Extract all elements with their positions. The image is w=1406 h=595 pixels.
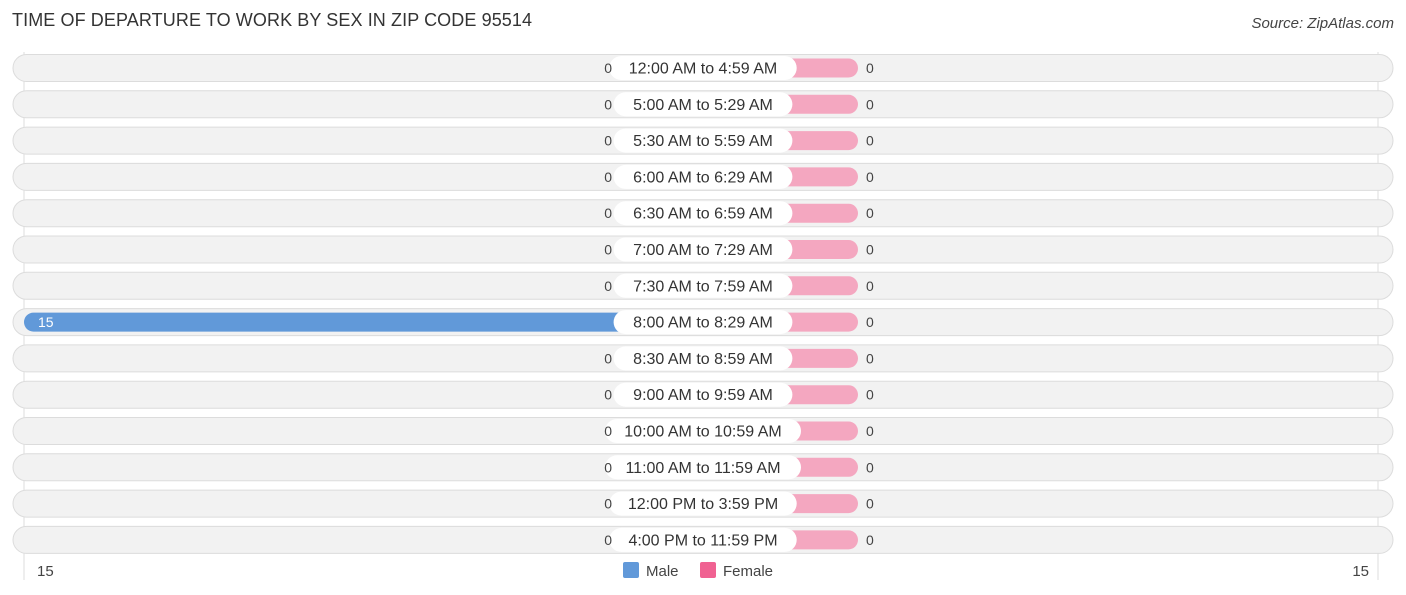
female-value-label: 0 <box>866 459 874 475</box>
male-value-label: 0 <box>604 459 612 475</box>
female-value-label: 0 <box>866 387 874 403</box>
male-value-label: 15 <box>38 314 54 330</box>
category-label: 9:00 AM to 9:59 AM <box>633 387 773 404</box>
male-value-label: 0 <box>604 242 612 258</box>
female-value-label: 0 <box>866 169 874 185</box>
axis-label-right: 15 <box>1352 563 1369 580</box>
female-value-label: 0 <box>866 242 874 258</box>
male-value-label: 0 <box>604 133 612 149</box>
axis-label-left: 15 <box>37 563 54 580</box>
male-value-label: 0 <box>604 350 612 366</box>
category-label: 6:30 AM to 6:59 AM <box>633 206 773 223</box>
category-label: 7:00 AM to 7:29 AM <box>633 242 773 259</box>
male-value-label: 0 <box>604 532 612 548</box>
chart-area: 12:00 AM to 4:59 AM 0 0 5:00 AM to 5:29 AM 0… <box>12 52 1394 580</box>
category-label: 12:00 AM to 4:59 AM <box>629 61 778 78</box>
category-label: 10:00 AM to 10:59 AM <box>624 424 781 441</box>
female-value-label: 0 <box>866 532 874 548</box>
male-value-label: 0 <box>604 496 612 512</box>
legend-female-swatch <box>700 562 716 578</box>
male-value-label: 0 <box>604 205 612 221</box>
female-value-label: 0 <box>866 133 874 149</box>
category-label: 5:00 AM to 5:29 AM <box>633 97 773 114</box>
category-label: 11:00 AM to 11:59 AM <box>625 460 780 477</box>
female-value-label: 0 <box>866 423 874 439</box>
category-label: 8:30 AM to 8:59 AM <box>633 351 773 368</box>
category-label: 7:30 AM to 7:59 AM <box>633 278 773 295</box>
female-value-label: 0 <box>866 205 874 221</box>
male-value-label: 0 <box>604 387 612 403</box>
category-label: 8:00 AM to 8:29 AM <box>633 315 773 332</box>
female-value-label: 0 <box>866 496 874 512</box>
male-value-label: 0 <box>604 278 612 294</box>
category-label: 5:30 AM to 5:59 AM <box>633 133 773 150</box>
category-label: 12:00 PM to 3:59 PM <box>628 496 778 513</box>
male-value-label: 0 <box>604 60 612 76</box>
male-value-label: 0 <box>604 96 612 112</box>
female-value-label: 0 <box>866 314 874 330</box>
female-value-label: 0 <box>866 278 874 294</box>
category-label: 4:00 PM to 11:59 PM <box>628 532 777 549</box>
legend-male-swatch <box>623 562 639 578</box>
category-label: 6:00 AM to 6:29 AM <box>633 169 773 186</box>
male-value-label: 0 <box>604 423 612 439</box>
legend-female-label: Female <box>723 563 773 580</box>
male-value-label: 0 <box>604 169 612 185</box>
female-value-label: 0 <box>866 350 874 366</box>
female-value-label: 0 <box>866 60 874 76</box>
female-value-label: 0 <box>866 96 874 112</box>
male-bar <box>24 312 703 332</box>
legend-male-label: Male <box>646 563 679 580</box>
